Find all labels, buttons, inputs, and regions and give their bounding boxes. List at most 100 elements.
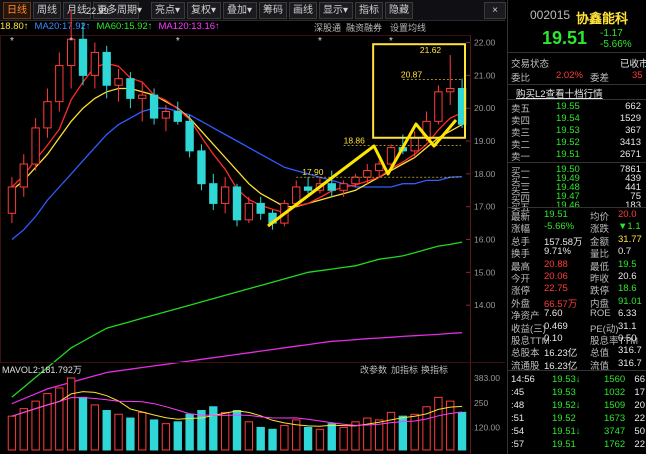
volume-bar <box>315 428 325 451</box>
candle-body[interactable] <box>374 163 384 172</box>
stat-value: 0.7 <box>618 246 632 258</box>
volume-bar <box>446 400 455 451</box>
volume-bar <box>363 417 372 451</box>
volume-axis-label-2: 120.00 <box>474 422 500 432</box>
volume-link-2[interactable]: 换指标 <box>421 364 448 375</box>
stat-value: 316.7 <box>618 345 642 357</box>
candle-body[interactable] <box>90 51 100 76</box>
stat-value: ▼1.1 <box>618 221 641 233</box>
volume-link-1[interactable]: 加指标 <box>391 364 418 375</box>
volume-bar <box>55 387 64 451</box>
tick-time: 14:56 <box>511 374 535 385</box>
ask-row: 卖四 19.54 1529 <box>508 113 646 127</box>
last-price: 19.51 <box>542 28 588 48</box>
tick-count: 22 <box>634 413 645 424</box>
tick-price: 19.51↓ <box>552 426 581 437</box>
tick-count: 20 <box>634 400 645 411</box>
stock-code: 002015 <box>530 8 571 22</box>
candle-body[interactable] <box>43 101 52 129</box>
volume-bar <box>280 425 289 451</box>
stat-value: 6.33 <box>618 308 637 320</box>
event-marker-0: * <box>10 36 14 47</box>
ask-row: 卖三 19.53 367 <box>508 125 646 139</box>
stat-label: ROE <box>590 308 611 320</box>
candle-body[interactable] <box>209 183 218 204</box>
chart-link-1[interactable]: 融资融券 <box>346 22 382 33</box>
ask-price: 19.54 <box>556 113 580 124</box>
candle-body[interactable] <box>31 127 40 165</box>
high-price-label: ←22.99 <box>77 6 109 16</box>
ask-volume: 2671 <box>619 149 641 160</box>
candle-body[interactable] <box>446 88 455 93</box>
candle-body[interactable] <box>434 91 443 122</box>
tick-row: :48 19.52↓ 1509 20 <box>508 400 646 412</box>
candle-body[interactable] <box>220 186 230 204</box>
candle-body[interactable] <box>244 202 254 221</box>
candle-body[interactable] <box>339 183 348 191</box>
candle-body[interactable] <box>410 137 419 152</box>
stat-value: 316.7 <box>618 357 642 369</box>
l2-link[interactable]: 购买L2查看十档行情 <box>508 86 646 100</box>
stat-row: 今开 20.06 昨收 20.6 <box>508 271 646 285</box>
stat-value: 0.469 <box>544 320 568 332</box>
tick-volume: 1560 <box>604 374 626 385</box>
volume-bar <box>256 426 265 451</box>
volume-bar <box>268 428 277 451</box>
candle-body[interactable] <box>185 120 194 152</box>
candle-body[interactable] <box>78 38 88 76</box>
candle-body[interactable] <box>7 186 17 214</box>
volume-bar <box>173 421 182 451</box>
tick-row: :57 19.51 1762 22 <box>508 439 646 451</box>
tick-row: :54 19.51↓ 3747 50 <box>508 426 646 438</box>
tick-count: 66 <box>634 374 645 385</box>
volume-bar <box>126 417 135 451</box>
trade-status-row: 交易状态 已收市 <box>511 59 646 70</box>
volume-bar <box>114 413 123 451</box>
tick-time: :51 <box>511 413 525 424</box>
candle-body[interactable] <box>256 202 265 214</box>
ask-row: 卖五 19.55 662 <box>508 101 646 115</box>
level-label-3: 17.90 <box>302 167 324 177</box>
candle-body[interactable] <box>303 186 313 191</box>
stat-row: 净资产 7.60 ROE 6.33 <box>508 308 646 322</box>
volume-link-0[interactable]: 改参数 <box>360 364 387 375</box>
stat-value: 19.51 <box>544 209 568 220</box>
tick-row: :51 19.52 1673 22 <box>508 413 646 425</box>
candle-body[interactable] <box>126 78 135 99</box>
ask-price: 19.55 <box>556 101 580 112</box>
volume-bar <box>209 406 218 451</box>
price-change: -1.17 <box>600 28 623 39</box>
candle-body[interactable] <box>19 163 28 188</box>
candle-body[interactable] <box>149 94 159 119</box>
annotation-box-top-label: 21.62 <box>420 45 442 55</box>
candle-body[interactable] <box>327 183 336 191</box>
stat-value: 91.01 <box>618 295 642 307</box>
candle-body[interactable] <box>232 186 242 221</box>
volume-bar <box>244 421 254 451</box>
candle-body[interactable] <box>102 51 111 86</box>
volume-bar <box>232 410 242 451</box>
volume-bar <box>90 404 100 451</box>
candle-body[interactable] <box>351 176 360 185</box>
candle-body[interactable] <box>114 78 123 86</box>
candle-body[interactable] <box>363 170 372 178</box>
candle-body[interactable] <box>197 150 206 185</box>
stat-row: 流通股 16.23亿 流值 316.7 <box>508 357 646 372</box>
stat-value: 18.6 <box>618 283 637 295</box>
volume-bar <box>161 423 171 451</box>
kline-chart[interactable]: 深股通 融资融券 设置均线 22.00 21.00 20.00 19.00 18.00 17.0… <box>0 0 505 454</box>
tick-volume: 3747 <box>604 426 626 437</box>
tick-time: :54 <box>511 426 525 437</box>
chart-link-2[interactable]: 设置均线 <box>390 22 426 33</box>
stat-value: 31.1 <box>618 320 637 332</box>
chart-link-0[interactable]: 深股通 <box>314 23 341 33</box>
price-axis-label-5: 17.00 <box>474 202 496 212</box>
event-marker-2: * <box>176 36 180 47</box>
event-marker-3: * <box>318 36 322 47</box>
tick-price: 19.51 <box>552 439 576 450</box>
candle-body[interactable] <box>173 111 182 122</box>
candle-body[interactable] <box>138 94 147 99</box>
candle-body[interactable] <box>55 65 64 103</box>
price-change-pct: -5.66% <box>600 39 632 50</box>
candle-body[interactable] <box>161 111 171 119</box>
